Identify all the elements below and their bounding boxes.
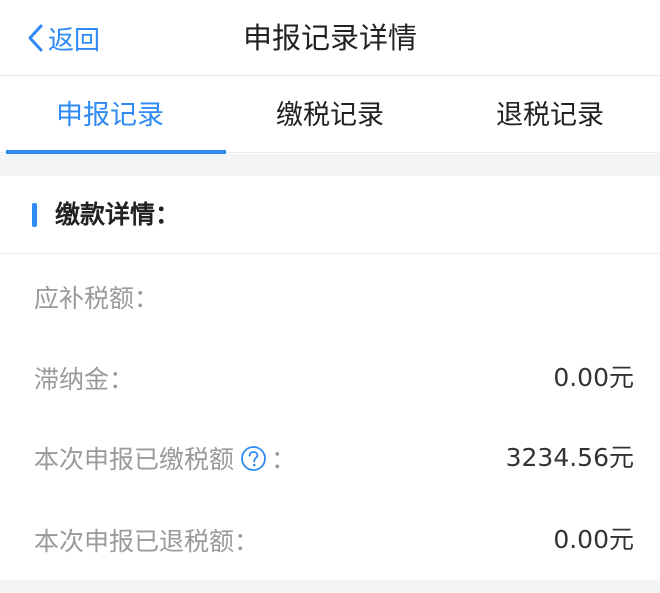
row-label: 本次申报已退税额： — [34, 527, 260, 556]
page-title: 申报记录详情 — [242, 21, 417, 55]
tab-payment-records[interactable]: 缴税记录 — [220, 77, 440, 153]
row-late-fee: 滞纳金： 0.00元 — [0, 336, 660, 420]
row-label: 滞纳金： — [34, 365, 135, 394]
tab-label: 退税记录 — [496, 100, 604, 131]
section-accent-bar — [32, 203, 37, 227]
declaration-detail-screen: 返回 申报记录详情 申报记录 缴税记录 退税记录 缴款详情： 应补税额： 滞纳金… — [0, 0, 660, 593]
row-label: 应补税额： — [34, 284, 160, 313]
row-label-group: 本次申报已缴税额 ： — [34, 416, 296, 500]
row-label-suffix: ： — [271, 445, 297, 474]
tab-declaration-records[interactable]: 申报记录 — [0, 77, 226, 154]
row-refunded-amount: 本次申报已退税额： 0.00元 — [0, 498, 660, 582]
question-circle-icon[interactable] — [240, 445, 267, 472]
row-paid-amount: 本次申报已缴税额 ： 3234.56元 — [0, 416, 660, 500]
tab-label: 申报记录 — [56, 100, 164, 131]
row-value: 0.00元 — [553, 525, 634, 554]
bottom-band — [0, 580, 660, 593]
section-title: 缴款详情： — [55, 200, 181, 229]
nav-header: 返回 申报记录详情 — [0, 0, 660, 76]
tab-label: 缴税记录 — [276, 100, 384, 131]
payment-detail-header: 缴款详情： — [0, 176, 660, 254]
tab-refund-records[interactable]: 退税记录 — [440, 77, 660, 153]
section-gap — [0, 154, 660, 176]
record-tabs: 申报记录 缴税记录 退税记录 — [0, 77, 660, 154]
row-label: 本次申报已缴税额 — [34, 445, 235, 474]
row-tax-due: 应补税额： — [0, 255, 660, 339]
row-value: 0.00元 — [553, 363, 634, 392]
row-value: 3234.56元 — [505, 443, 634, 472]
